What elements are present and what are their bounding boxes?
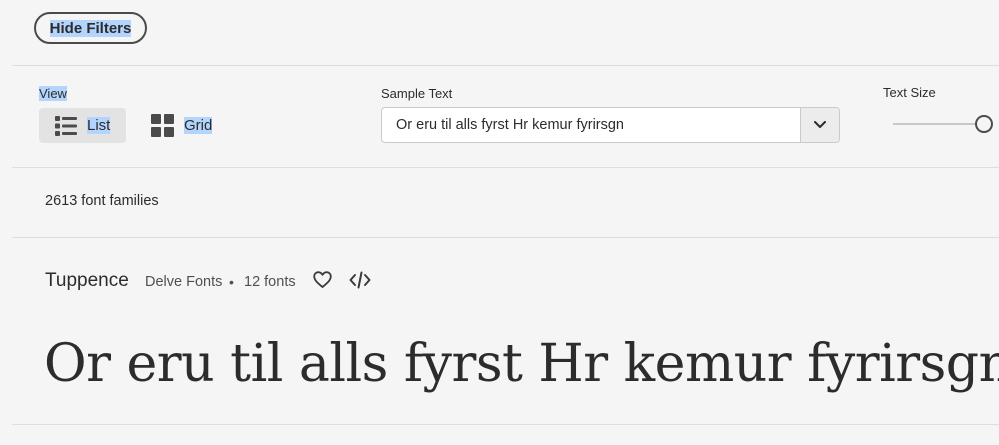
sample-text-value[interactable]: Or eru til alls fyrst Hr kemur fyrirsgn [382, 108, 800, 142]
divider [12, 237, 999, 238]
view-label: View [39, 86, 67, 101]
view-grid-button[interactable]: Grid [145, 108, 225, 143]
text-size-slider-track[interactable] [893, 123, 985, 125]
code-icon[interactable] [349, 271, 371, 294]
divider [12, 65, 999, 66]
font-count: 12 fonts [244, 274, 296, 290]
view-label-text: View [39, 86, 67, 101]
sample-text-select[interactable]: Or eru til alls fyrst Hr kemur fyrirsgn [381, 107, 840, 143]
view-list-label: List [87, 117, 111, 134]
separator-dot: • [229, 274, 234, 290]
list-icon [55, 115, 77, 137]
view-grid-label: Grid [184, 117, 213, 134]
view-list-button[interactable]: List [39, 108, 126, 143]
hide-filters-button[interactable]: Hide Filters [34, 12, 147, 44]
hide-filters-label: Hide Filters [49, 19, 132, 37]
sample-text-dropdown-button[interactable] [800, 108, 839, 142]
foundry-link[interactable]: Delve Fonts [145, 274, 222, 290]
text-size-slider-thumb[interactable] [975, 115, 993, 133]
divider [12, 424, 999, 425]
text-size-label: Text Size [883, 85, 936, 100]
font-family-name[interactable]: Tuppence [45, 270, 129, 292]
chevron-down-icon [814, 121, 826, 129]
grid-icon [151, 114, 174, 137]
heart-icon[interactable] [313, 271, 332, 294]
sample-text-label: Sample Text [381, 86, 453, 101]
divider [12, 167, 999, 168]
font-preview-text[interactable]: Or eru til alls fyrst Hr kemur fyrirsgn [44, 334, 999, 394]
font-families-count: 2613 font families [45, 193, 159, 209]
